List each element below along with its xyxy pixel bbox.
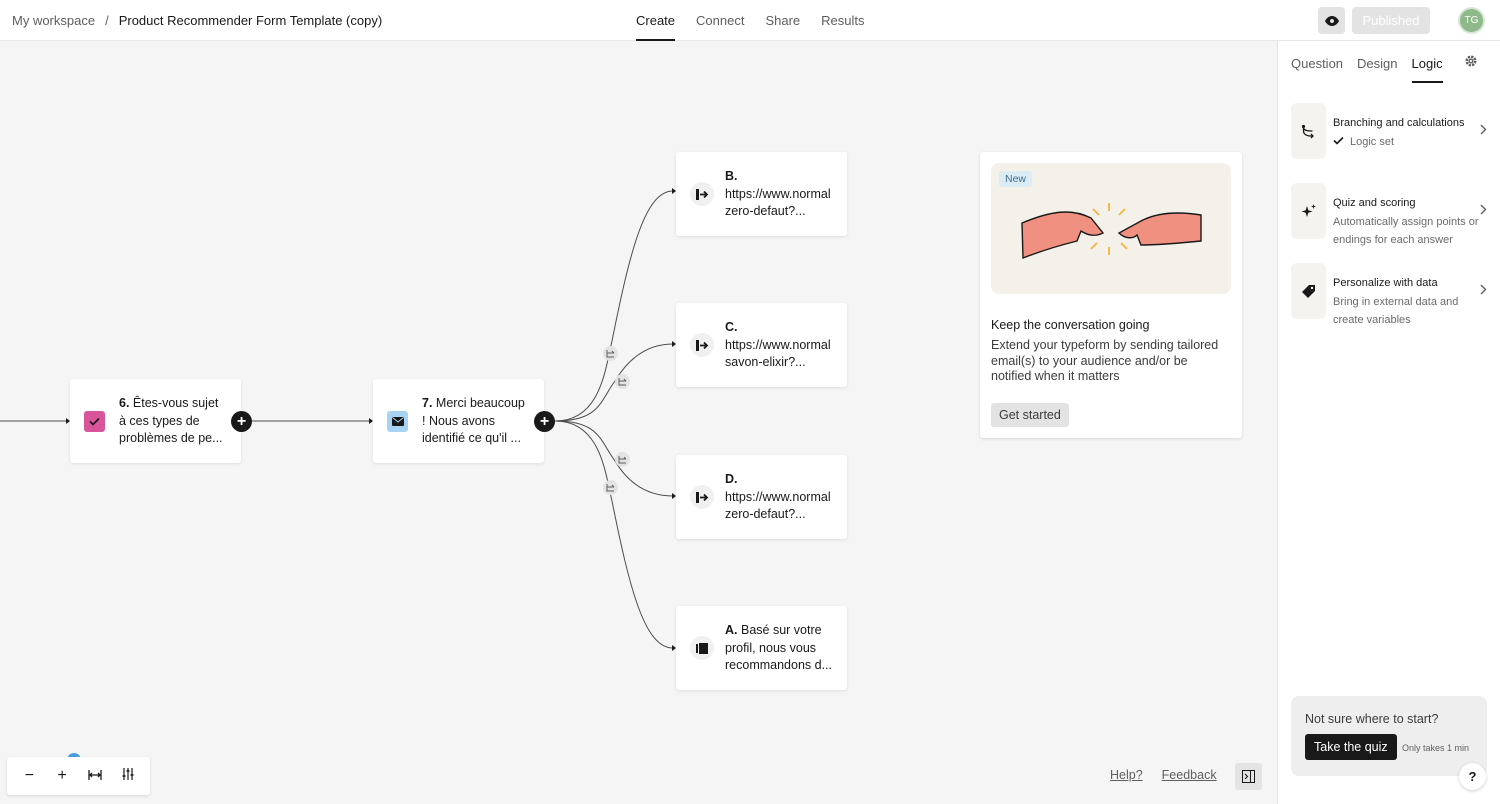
right-panel: Question Design Logic Branching and calc… bbox=[1277, 41, 1500, 804]
chevron-right-icon bbox=[1480, 124, 1487, 135]
panel-tabs: Question Design Logic bbox=[1291, 41, 1443, 83]
checkbox-icon bbox=[84, 411, 105, 432]
ending-node-a[interactable]: A. Basé sur votre profil, nous vous reco… bbox=[676, 606, 847, 690]
promo-body: Extend your typeform by sending tailored… bbox=[991, 338, 1219, 383]
ending-node-d[interactable]: D. https://www.normal zero-defaut?... bbox=[676, 455, 847, 539]
canvas-footer-links: Help? Feedback bbox=[1110, 768, 1217, 782]
fit-width-icon[interactable] bbox=[84, 767, 106, 785]
tab-share[interactable]: Share bbox=[765, 0, 800, 41]
collapse-panel-button[interactable] bbox=[1235, 763, 1262, 790]
quiz-duration-note: Only takes 1 min bbox=[1402, 743, 1470, 753]
breadcrumb: My workspace / Product Recommender Form … bbox=[12, 13, 382, 28]
quiz-scoring-description: Automatically assign points or endings f… bbox=[1333, 216, 1479, 246]
published-button[interactable]: Published bbox=[1352, 7, 1430, 34]
add-logic-button[interactable]: + bbox=[534, 411, 555, 432]
panel-toggle-icon bbox=[1242, 770, 1255, 783]
ending-c-text: C. https://www.normal savon-elixir?... bbox=[725, 320, 831, 369]
feedback-link[interactable]: Feedback bbox=[1162, 768, 1217, 782]
question-6-text: 6. Êtes-vous sujet à ces types de problè… bbox=[119, 396, 223, 445]
chevron-right-icon bbox=[1480, 284, 1487, 295]
logic-map-canvas[interactable]: 6. Êtes-vous sujet à ces types de problè… bbox=[0, 41, 1277, 804]
branch-icon[interactable] bbox=[615, 374, 630, 389]
promo-card: New Keep the conversation going Extend y… bbox=[980, 152, 1242, 438]
sparkle-icon bbox=[1291, 183, 1326, 239]
tab-connect[interactable]: Connect bbox=[696, 0, 744, 41]
edge-q7-endB bbox=[554, 190, 674, 422]
redirect-icon bbox=[690, 182, 714, 206]
tab-results[interactable]: Results bbox=[821, 0, 864, 41]
quiz-scoring-item[interactable]: Quiz and scoring Automatically assign po… bbox=[1291, 183, 1491, 246]
main-nav: Create Connect Share Results bbox=[636, 0, 865, 41]
branch-icon bbox=[1291, 103, 1326, 159]
checkmark-icon bbox=[1333, 136, 1344, 145]
panel-tab-design[interactable]: Design bbox=[1357, 41, 1397, 83]
breadcrumb-workspace[interactable]: My workspace bbox=[12, 13, 95, 28]
ending-a-text: A. Basé sur votre profil, nous vous reco… bbox=[725, 623, 832, 672]
personalize-data-item[interactable]: Personalize with data Bring in external … bbox=[1291, 263, 1491, 326]
take-quiz-button[interactable]: Take the quiz bbox=[1305, 734, 1397, 760]
add-logic-button[interactable]: + bbox=[231, 411, 252, 432]
quiz-question: Not sure where to start? bbox=[1305, 712, 1439, 726]
question-node-7[interactable]: 7. Merci beaucoup ! Nous avons identifié… bbox=[373, 379, 544, 463]
zoom-in-icon[interactable]: + bbox=[51, 767, 73, 785]
hands-illustration: New bbox=[991, 163, 1231, 294]
form-title[interactable]: Product Recommender Form Template (copy) bbox=[119, 13, 382, 28]
branch-icon[interactable] bbox=[603, 346, 618, 361]
branch-icon[interactable] bbox=[603, 480, 618, 495]
ending-b-text: B. https://www.normal zero-defaut?... bbox=[725, 169, 831, 218]
quiz-scoring-title: Quiz and scoring bbox=[1333, 197, 1416, 209]
logic-set-status: Logic set bbox=[1333, 134, 1483, 152]
branch-icon[interactable] bbox=[615, 452, 630, 467]
ending-screen-icon bbox=[690, 636, 714, 660]
panel-tab-logic[interactable]: Logic bbox=[1411, 41, 1443, 83]
ending-node-c[interactable]: C. https://www.normal savon-elixir?... bbox=[676, 303, 847, 387]
zoom-toolbar: − + bbox=[7, 757, 150, 795]
help-question-icon[interactable]: ? bbox=[1459, 763, 1486, 790]
quiz-prompt-box: Not sure where to start? Take the quiz O… bbox=[1291, 696, 1487, 776]
edge-q7-endA bbox=[554, 420, 674, 649]
envelope-icon bbox=[387, 411, 408, 432]
gear-icon[interactable] bbox=[1464, 54, 1478, 73]
zoom-out-icon[interactable]: − bbox=[18, 767, 40, 785]
personalize-description: Bring in external data and create variab… bbox=[1333, 296, 1459, 326]
panel-tab-question[interactable]: Question bbox=[1291, 41, 1343, 83]
promo-title: Keep the conversation going bbox=[991, 318, 1150, 332]
chevron-right-icon bbox=[1480, 204, 1487, 215]
new-badge: New bbox=[999, 171, 1033, 187]
tag-icon bbox=[1291, 263, 1326, 319]
personalize-title: Personalize with data bbox=[1333, 277, 1438, 289]
breadcrumb-separator: / bbox=[105, 13, 109, 28]
settings-sliders-icon[interactable] bbox=[117, 767, 139, 785]
help-link[interactable]: Help? bbox=[1110, 768, 1143, 782]
question-7-text: 7. Merci beaucoup ! Nous avons identifié… bbox=[422, 396, 525, 445]
ending-d-text: D. https://www.normal zero-defaut?... bbox=[725, 472, 831, 521]
question-node-6[interactable]: 6. Êtes-vous sujet à ces types de problè… bbox=[70, 379, 241, 463]
top-bar: My workspace / Product Recommender Form … bbox=[0, 0, 1500, 41]
get-started-button[interactable]: Get started bbox=[991, 403, 1069, 427]
branching-calculations-item[interactable]: Branching and calculations Logic set bbox=[1291, 103, 1491, 161]
branching-title: Branching and calculations bbox=[1333, 117, 1465, 129]
preview-button[interactable] bbox=[1318, 7, 1345, 34]
eye-icon bbox=[1324, 15, 1339, 26]
redirect-icon bbox=[690, 333, 714, 357]
redirect-icon bbox=[690, 485, 714, 509]
avatar[interactable]: TG bbox=[1458, 7, 1485, 34]
tab-create[interactable]: Create bbox=[636, 0, 676, 41]
ending-node-b[interactable]: B. https://www.normal zero-defaut?... bbox=[676, 152, 847, 236]
